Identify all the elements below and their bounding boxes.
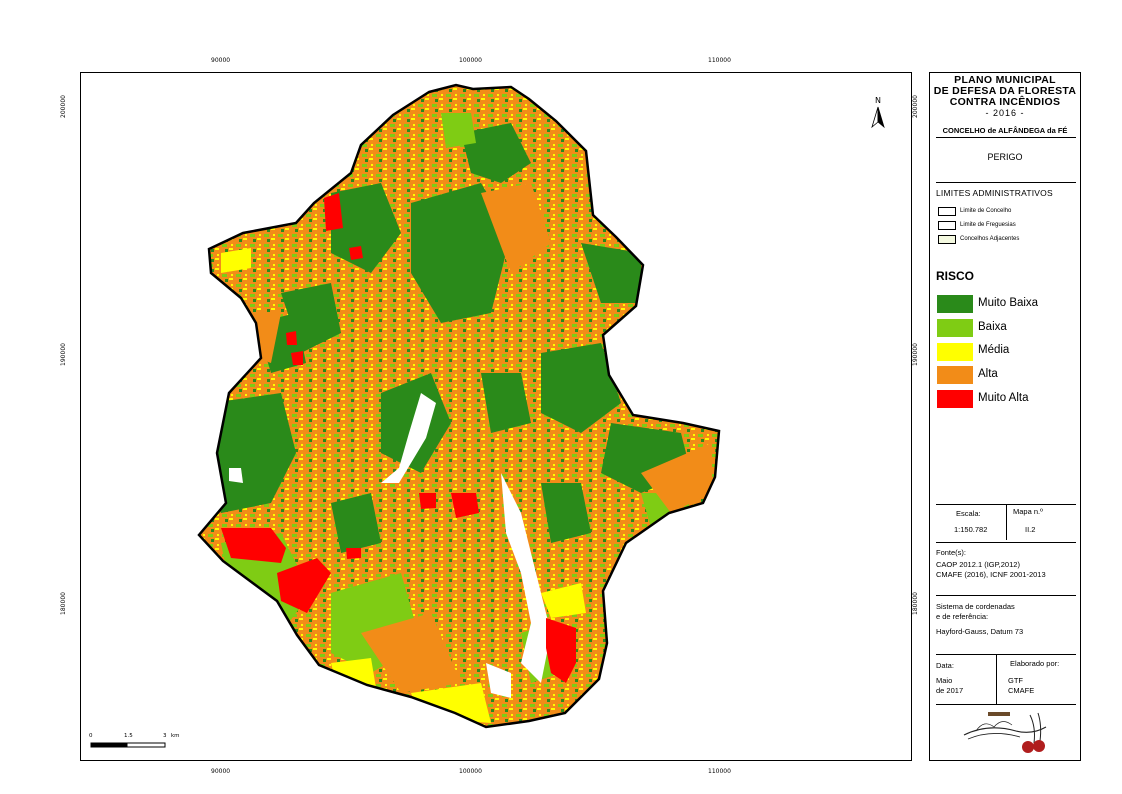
legend-title: PLANO MUNICIPAL DE DEFESA DA FLORESTA CO…	[930, 75, 1080, 119]
x-tick-bottom-1: 90000	[211, 768, 231, 775]
divider	[936, 704, 1076, 705]
divider-vertical	[996, 654, 997, 704]
scale-value: 1:150.782	[954, 525, 988, 534]
risk-swatch-baixa	[937, 319, 973, 337]
divider	[936, 182, 1076, 183]
risk-swatch-media	[937, 343, 973, 361]
risk-swatch-muito-alta	[937, 390, 973, 408]
scale-label-2: 3	[163, 733, 167, 739]
date-value-month: Maio	[936, 676, 953, 685]
y-tick-right-3: 180000	[911, 592, 919, 615]
sources-label: Fonte(s):	[936, 548, 967, 557]
source-2: CMAFE (2016), ICNF 2001-2013	[936, 570, 1046, 579]
admin-label-freguesias: Limite de Freguesias	[960, 222, 1016, 228]
risk-title: RISCO	[936, 269, 975, 283]
divider-vertical	[1006, 504, 1007, 540]
scale-label-0: 0	[89, 733, 93, 739]
admin-limits-title: LIMITES ADMINISTRATIVOS	[936, 188, 1053, 198]
municipality-name: CONCELHO de ALFÂNDEGA da FÉ	[942, 126, 1068, 135]
map-frame: N 0 1.5 3 km	[80, 72, 912, 761]
source-1: CAOP 2012.1 (IGP,2012)	[936, 560, 1020, 569]
y-tick-left-2: 190000	[59, 343, 67, 366]
date-value-year: de 2017	[936, 686, 964, 695]
north-arrow-icon	[871, 106, 885, 129]
risk-label-media: Média	[978, 344, 1010, 356]
x-tick-top-2: 100000	[459, 57, 482, 64]
crs-value: Hayford-Gauss, Datum 73	[936, 627, 1024, 636]
risk-label-muito-alta: Muito Alta	[978, 392, 1029, 404]
risk-label-baixa: Baixa	[978, 321, 1007, 333]
scale-unit: km	[171, 733, 180, 739]
author-value-1: GTF	[1008, 676, 1023, 685]
scale-label-1: 1.5	[124, 733, 133, 739]
x-tick-bottom-2: 100000	[459, 768, 482, 775]
x-tick-top-3: 110000	[708, 57, 731, 64]
date-label: Data:	[936, 661, 954, 670]
alfandega-da-fe-municipality-logo-icon	[963, 712, 1047, 753]
scale-bar	[90, 742, 166, 748]
legend-panel: PLANO MUNICIPAL DE DEFESA DA FLORESTA CO…	[929, 72, 1081, 761]
x-tick-top-1: 90000	[211, 57, 231, 64]
admin-swatch-concelho	[938, 207, 956, 216]
divider	[936, 542, 1076, 543]
north-label: N	[875, 96, 881, 105]
admin-label-adjacentes: Concelhos Adjacentes	[960, 236, 1020, 242]
divider	[936, 654, 1076, 655]
map-number-label: Mapa n.º	[1013, 507, 1043, 516]
admin-label-concelho: Limite de Concelho	[960, 208, 1012, 214]
author-value-2: CMAFE	[1008, 686, 1035, 695]
risk-map: N	[90, 83, 885, 748]
map-number-value: II.2	[1025, 525, 1036, 534]
y-tick-right-1: 200000	[911, 95, 919, 118]
map-theme: PERIGO	[987, 152, 1023, 162]
title-line-3: CONTRA INCÊNDIOS	[949, 96, 1061, 108]
y-tick-right-2: 190000	[911, 343, 919, 366]
risk-swatch-muito-baixa	[937, 295, 973, 313]
y-tick-left-3: 180000	[59, 592, 67, 615]
admin-swatch-freguesias	[938, 221, 956, 230]
crs-label-1: Sistema de cordenadas	[936, 602, 1015, 611]
risk-label-muito-baixa: Muito Baixa	[978, 297, 1039, 309]
risk-label-alta: Alta	[978, 368, 998, 380]
divider	[936, 595, 1076, 596]
admin-swatch-adjacentes	[938, 235, 956, 244]
y-tick-left-1: 200000	[59, 95, 67, 118]
scale-label: Escala:	[956, 509, 981, 518]
crs-label-2: e de referência:	[936, 612, 989, 621]
risk-raster	[199, 85, 719, 727]
divider	[936, 137, 1076, 138]
risk-swatch-alta	[937, 366, 973, 384]
title-year: - 2016 -	[985, 108, 1025, 118]
author-label: Elaborado por:	[1010, 659, 1060, 668]
x-tick-bottom-3: 110000	[708, 768, 731, 775]
